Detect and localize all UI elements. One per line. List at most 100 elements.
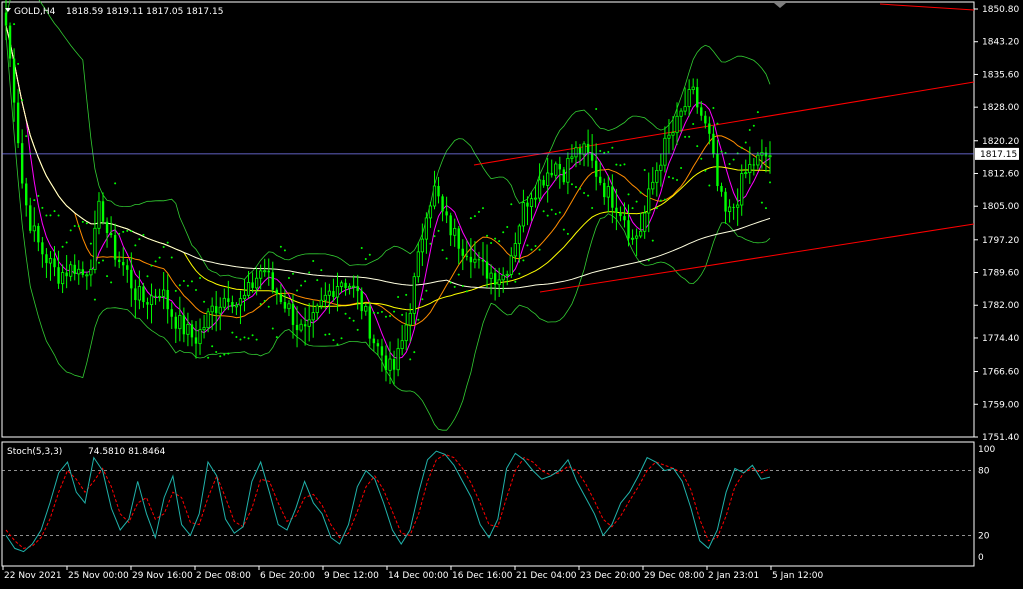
- sar-dot: [603, 151, 606, 154]
- candle: [635, 228, 639, 257]
- candle: [142, 282, 145, 308]
- sar-dot: [231, 331, 234, 334]
- sar-dot: [393, 310, 396, 313]
- candle: [186, 312, 190, 347]
- sar-dot: [752, 124, 755, 127]
- price-tick-label: 1759.00: [982, 400, 1019, 410]
- sar-dot: [449, 281, 452, 284]
- candle: [437, 176, 440, 204]
- candle: [768, 141, 772, 174]
- candle: [162, 272, 166, 310]
- sar-dot: [506, 226, 509, 229]
- candle: [432, 170, 437, 210]
- candle: [376, 339, 380, 356]
- candle: [449, 212, 452, 246]
- sar-dot: [332, 339, 335, 342]
- sar-dot: [158, 256, 161, 259]
- sar-dot: [211, 345, 214, 348]
- candle: [630, 229, 635, 245]
- sar-dot: [599, 149, 602, 152]
- ma-long-line: [5, 25, 771, 290]
- time-tick-label: 16 Dec 16:00: [452, 571, 513, 581]
- sar-dot: [33, 199, 36, 202]
- sar-dot: [85, 222, 88, 225]
- candle: [537, 163, 542, 202]
- channel-upper-line: [473, 81, 975, 166]
- sar-dot: [219, 355, 222, 358]
- sar-dot: [623, 163, 626, 166]
- candle: [671, 116, 675, 151]
- sar-dot: [304, 280, 307, 283]
- candle: [77, 260, 81, 285]
- candle: [461, 239, 464, 271]
- sar-dot: [769, 181, 771, 184]
- sar-dot: [639, 191, 642, 194]
- candle: [25, 177, 28, 217]
- candle: [590, 134, 594, 169]
- time-tick-label: 2 Dec 08:00: [196, 571, 251, 581]
- candle: [727, 199, 732, 223]
- sar-dot: [77, 225, 80, 228]
- candle: [117, 251, 121, 269]
- sar-dot: [126, 229, 129, 232]
- sar-dot: [348, 317, 351, 320]
- sar-dot: [150, 264, 153, 267]
- chart-shift-icon[interactable]: [774, 3, 786, 8]
- sar-dot: [659, 199, 662, 202]
- sar-dot: [344, 312, 347, 315]
- sar-dot: [154, 260, 157, 263]
- sar-dot: [477, 210, 480, 213]
- price-tick-label: 1805.00: [982, 202, 1019, 212]
- sar-dot: [498, 240, 501, 243]
- candle: [81, 261, 85, 278]
- sar-dot: [207, 356, 210, 359]
- candle: [231, 295, 234, 314]
- sar-dot: [215, 350, 218, 353]
- sar-dot: [591, 207, 594, 210]
- candle: [659, 153, 663, 187]
- sar-dot: [146, 275, 149, 278]
- candle: [529, 192, 534, 222]
- candle: [37, 223, 40, 252]
- sar-dot: [352, 319, 355, 322]
- sar-dot: [122, 230, 125, 233]
- sar-dot: [570, 183, 573, 186]
- candle: [360, 287, 363, 320]
- sar-dot: [676, 178, 679, 181]
- trading-chart[interactable]: 1817.15 1850.80 1843.20 1835.60 1828.00 1820…: [0, 0, 1023, 589]
- sar-dot: [102, 259, 105, 262]
- ma-slow-line: [5, 25, 771, 311]
- candle: [639, 212, 643, 239]
- sar-dot: [760, 201, 763, 204]
- sar-dot: [69, 229, 72, 232]
- sar-dot: [732, 158, 735, 161]
- stochastic-oscillator: 100 80 20 0: [2, 445, 995, 563]
- stoch-signal-line: [5, 453, 771, 549]
- sar-dot: [389, 314, 392, 317]
- sar-dot: [223, 353, 226, 356]
- candle: [332, 278, 335, 302]
- candle: [315, 303, 319, 321]
- candle: [603, 178, 606, 205]
- candle: [643, 205, 647, 239]
- candle: [57, 250, 60, 289]
- candle: [655, 162, 659, 197]
- candle: [619, 206, 622, 222]
- sar-dot: [684, 135, 687, 138]
- candle: [712, 125, 715, 158]
- sar-dot: [490, 241, 493, 244]
- candle: [533, 185, 538, 208]
- sar-dot: [243, 336, 246, 339]
- sar-dot: [425, 289, 428, 292]
- candle: [93, 210, 97, 274]
- sar-dot: [647, 259, 650, 262]
- sar-dot: [49, 214, 52, 217]
- sar-dot: [166, 241, 169, 244]
- sar-dot: [566, 232, 569, 235]
- time-tick-label: 29 Dec 08:00: [644, 571, 705, 581]
- price-panel-frame: [1, 1, 975, 438]
- candle: [364, 302, 368, 316]
- candle: [307, 303, 311, 342]
- time-tick-label: 23 Dec 20:00: [580, 571, 641, 581]
- candle: [146, 297, 149, 320]
